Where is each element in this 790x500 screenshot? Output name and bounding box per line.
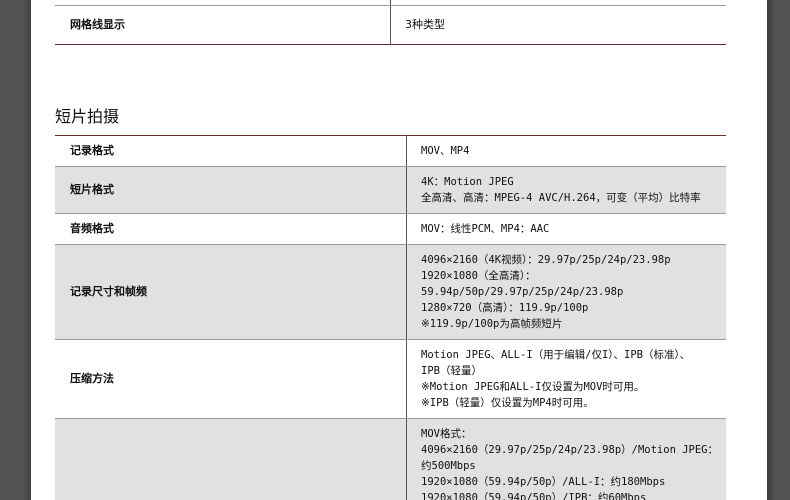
- row-value: MOV：线性PCM、MP4：AAC: [406, 213, 726, 245]
- table-row: 短片格式 4K：Motion JPEG 全高清、高清：MPEG-4 AVC/H.…: [55, 166, 726, 214]
- row-value: 3种类型: [405, 18, 445, 31]
- row-label: 短片格式: [55, 166, 407, 214]
- display-spec-table: 网格线显示 3种类型: [55, 0, 726, 45]
- row-label: 记录格式: [55, 135, 407, 167]
- row-label: 压缩方法: [55, 339, 407, 419]
- page-shadow-right: [767, 0, 775, 500]
- row-label: 网格线显示: [55, 5, 391, 45]
- document-page[interactable]: 网格线显示 3种类型 短片拍摄 记录格式 MOV、MP4 短片格式 4K：Mot…: [31, 0, 767, 500]
- table-row: 记录尺寸和帧频 4096×2160（4K视频）：29.97p/25p/24p/2…: [55, 244, 726, 340]
- movie-shooting-spec-table: 记录格式 MOV、MP4 短片格式 4K：Motion JPEG 全高清、高清：…: [55, 135, 726, 500]
- page-shadow-left: [24, 0, 31, 500]
- row-value: MOV、MP4: [406, 135, 726, 167]
- row-label: 音频格式: [55, 213, 407, 245]
- row-value: 4K：Motion JPEG 全高清、高清：MPEG-4 AVC/H.264，可…: [406, 166, 726, 214]
- section-title: 短片拍摄: [55, 107, 120, 126]
- row-label: 记录尺寸和帧频: [55, 244, 407, 340]
- table-row: 压缩方法 Motion JPEG、ALL-I（用于编辑/仅I）、IPB（标准）、…: [55, 339, 726, 419]
- row-label: [55, 418, 407, 500]
- table-row: 网格线显示 3种类型: [55, 5, 726, 45]
- row-value: 4096×2160（4K视频）：29.97p/25p/24p/23.98p 19…: [406, 244, 726, 340]
- row-value: Motion JPEG、ALL-I（用于编辑/仅I）、IPB（标准）、 IPB（…: [406, 339, 726, 419]
- table-row: 音频格式 MOV：线性PCM、MP4：AAC: [55, 213, 726, 245]
- row-value: MOV格式： 4096×2160（29.97p/25p/24p/23.98p）/…: [406, 418, 726, 500]
- table-row: 记录格式 MOV、MP4: [55, 135, 726, 167]
- table-row: MOV格式： 4096×2160（29.97p/25p/24p/23.98p）/…: [55, 418, 726, 500]
